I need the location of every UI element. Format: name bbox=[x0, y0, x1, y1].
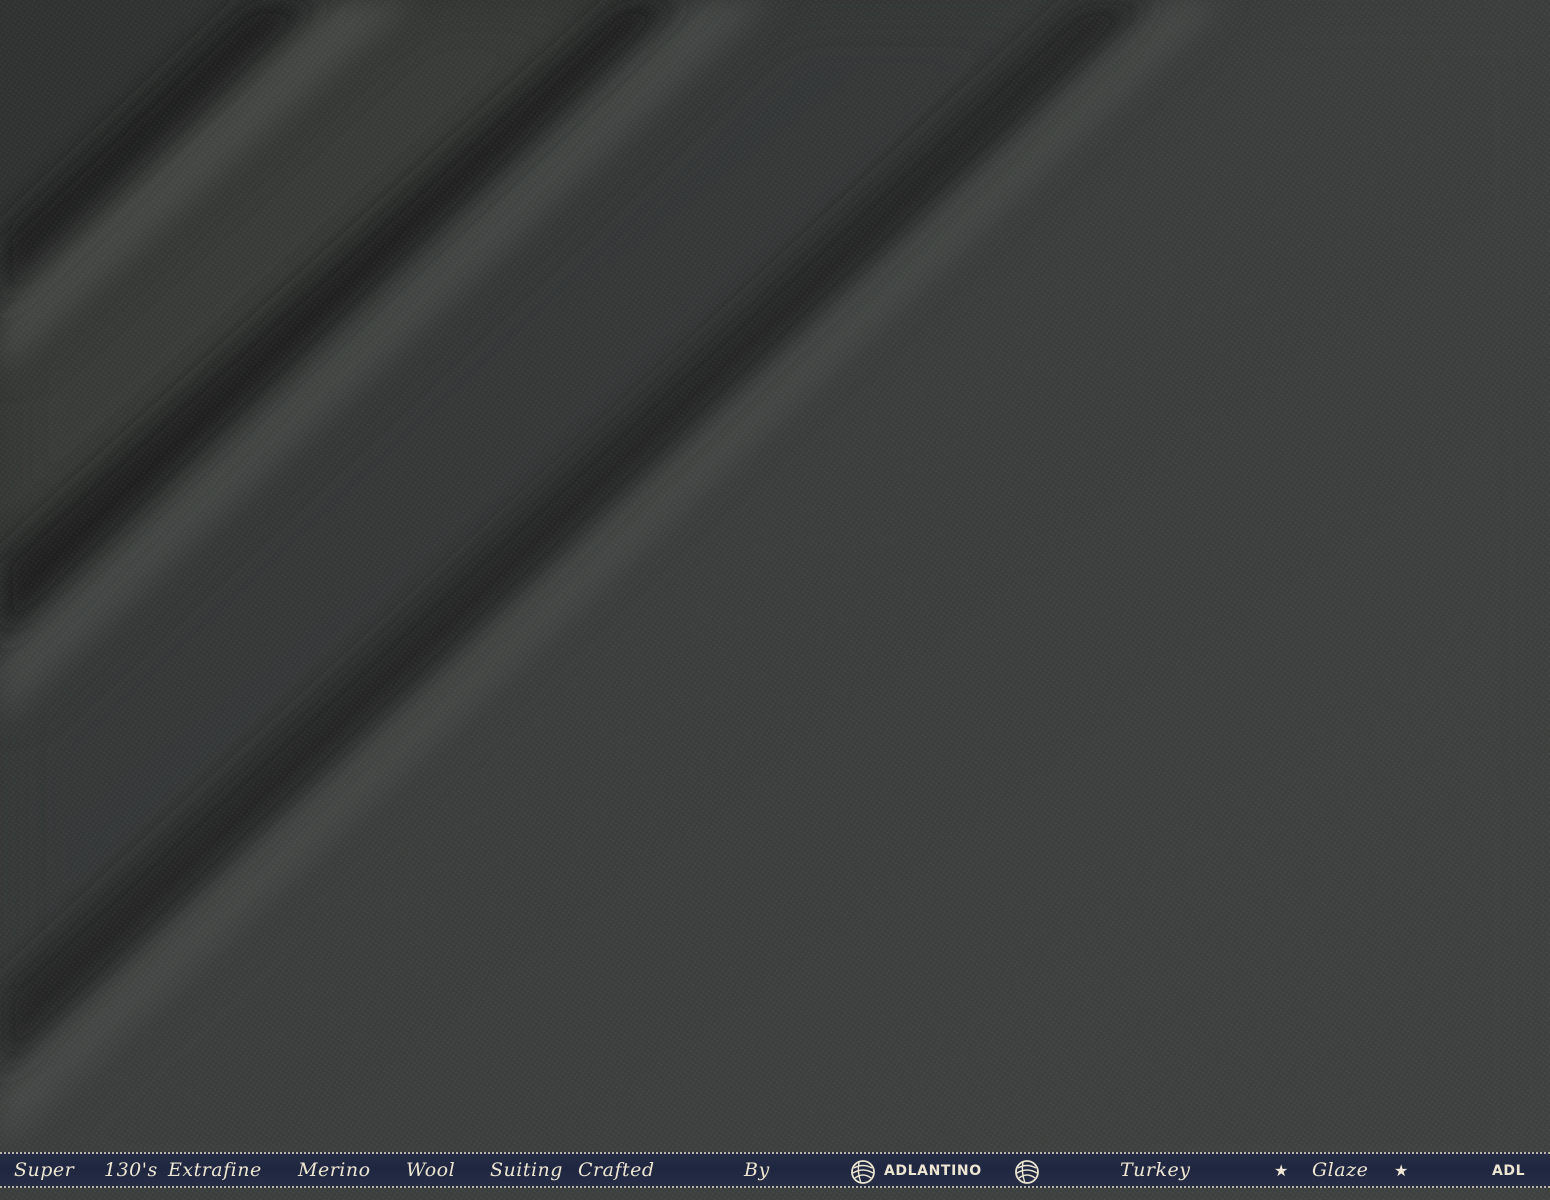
star-icon: ★ bbox=[1274, 1161, 1289, 1180]
selvedge-word: Extrafine bbox=[168, 1159, 262, 1181]
selvedge-word: Crafted bbox=[578, 1159, 655, 1181]
selvedge-word: Super bbox=[14, 1159, 75, 1181]
selvedge-word: 130's bbox=[104, 1159, 158, 1181]
fabric-photo: Super 130's Extrafine Merino Wool Suitin… bbox=[0, 0, 1550, 1200]
yarn-ball-icon bbox=[1015, 1160, 1039, 1184]
yarn-ball-icon bbox=[851, 1160, 875, 1184]
selvedge-mark: ADL bbox=[1492, 1163, 1526, 1179]
selvedge-word: Turkey bbox=[1120, 1159, 1191, 1181]
selvedge-word: Glaze bbox=[1312, 1159, 1369, 1181]
selvedge-word: Suiting bbox=[490, 1159, 563, 1181]
selvedge-word: Merino bbox=[298, 1159, 371, 1181]
star-icon: ★ bbox=[1394, 1161, 1409, 1180]
selvedge-word: By bbox=[744, 1159, 770, 1181]
selvedge-brand: ADLANTINO bbox=[884, 1163, 982, 1179]
selvedge-strip: Super 130's Extrafine Merino Wool Suitin… bbox=[0, 1152, 1550, 1188]
selvedge-word: Wool bbox=[406, 1159, 456, 1181]
folded-fabric-image bbox=[0, 0, 1550, 1200]
